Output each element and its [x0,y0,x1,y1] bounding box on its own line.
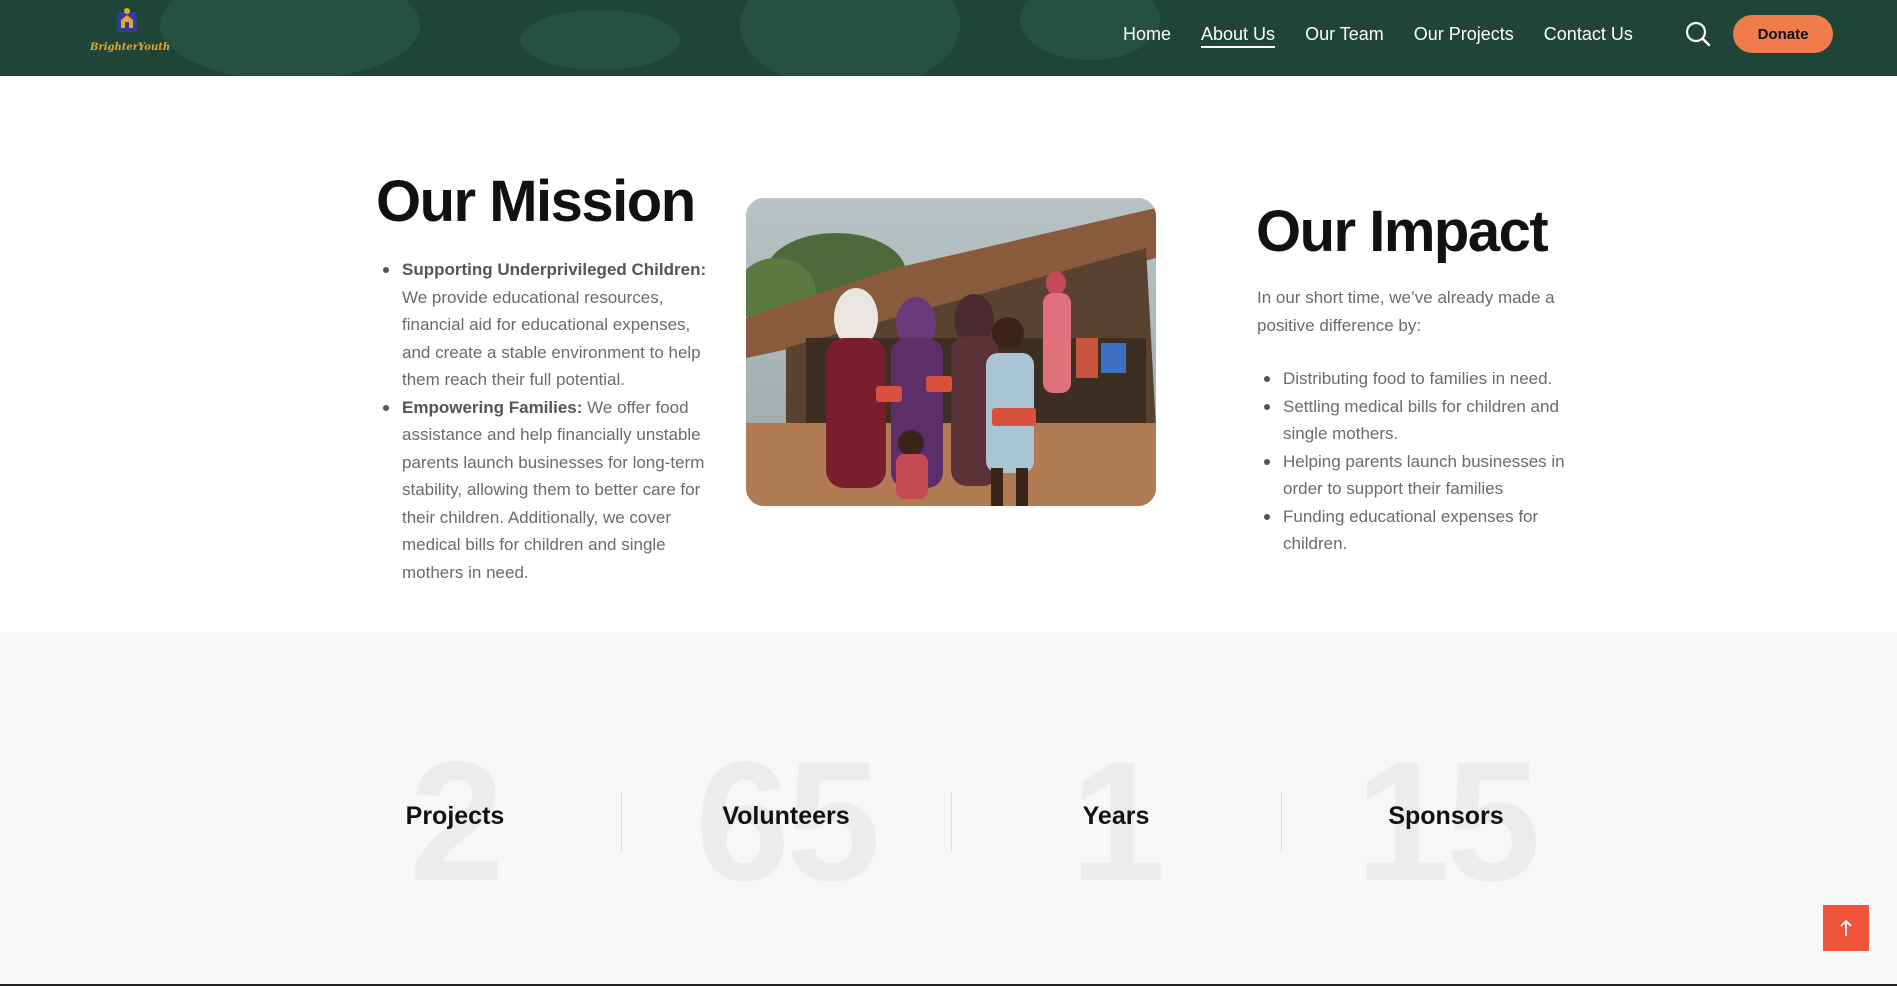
nav-our-projects[interactable]: Our Projects [1414,22,1514,48]
mission-list: Supporting Underprivileged Children: We … [380,256,720,586]
mission-item: Supporting Underprivileged Children: We … [380,256,720,394]
world-map-decoration [160,0,420,76]
impact-intro: In our short time, we’ve already made a … [1257,288,1555,335]
stats-section: 2 Projects 65 Volunteers 1 Years 15 Spon… [0,632,1897,986]
stat-label: Volunteers [722,802,850,830]
impact-item: Settling medical bills for children and … [1261,393,1591,448]
stat-label: Sponsors [1388,802,1504,830]
mission-item-heading: Empowering Families: [402,397,583,417]
search-icon [1685,21,1711,47]
nav-home[interactable]: Home [1123,22,1171,48]
impact-item: Helping parents launch businesses in ord… [1261,448,1591,503]
mission-title: Our Mission [376,169,696,234]
impact-title: Our Impact [1256,199,1549,264]
stat-volunteers: 65 Volunteers [621,732,951,912]
logo-crest-icon [117,8,137,32]
world-map-decoration [520,10,680,70]
world-map-decoration [740,0,960,76]
mission-item-text: We offer food assistance and help financ… [402,397,705,582]
arrow-up-icon [1840,919,1852,936]
stat-sponsors: 15 Sponsors [1281,732,1611,912]
community-photo [746,198,1156,506]
impact-list: Distributing food to families in need. S… [1261,365,1591,558]
nav-contact-us[interactable]: Contact Us [1544,22,1633,48]
mission-item: Empowering Families: We offer food assis… [380,394,720,587]
nav-our-team[interactable]: Our Team [1305,22,1384,48]
impact-item: Distributing food to families in need. [1261,365,1591,393]
mission-item-text: We provide educational resources, financ… [402,287,701,390]
back-to-top-button[interactable] [1823,905,1869,951]
donate-button[interactable]: Donate [1733,15,1833,53]
main-nav: Home About Us Our Team Our Projects Cont… [1123,22,1663,48]
site-logo[interactable]: BrighterYouth [90,6,171,64]
mission-item-heading: Supporting Underprivileged Children: [402,260,707,279]
nav-about-us[interactable]: About Us [1201,22,1276,48]
stat-label: Projects [405,802,505,830]
stat-projects: 2 Projects [290,732,620,912]
stat-years: 1 Years [951,732,1281,912]
search-button[interactable] [1684,20,1712,48]
site-header: BrighterYouth Home About Us Our Team Our… [0,0,1897,76]
photo-illustration [746,198,1156,506]
logo-wordmark: BrighterYouth [90,42,171,53]
impact-item: Funding educational expenses for childre… [1261,503,1591,558]
stat-label: Years [1082,802,1150,830]
